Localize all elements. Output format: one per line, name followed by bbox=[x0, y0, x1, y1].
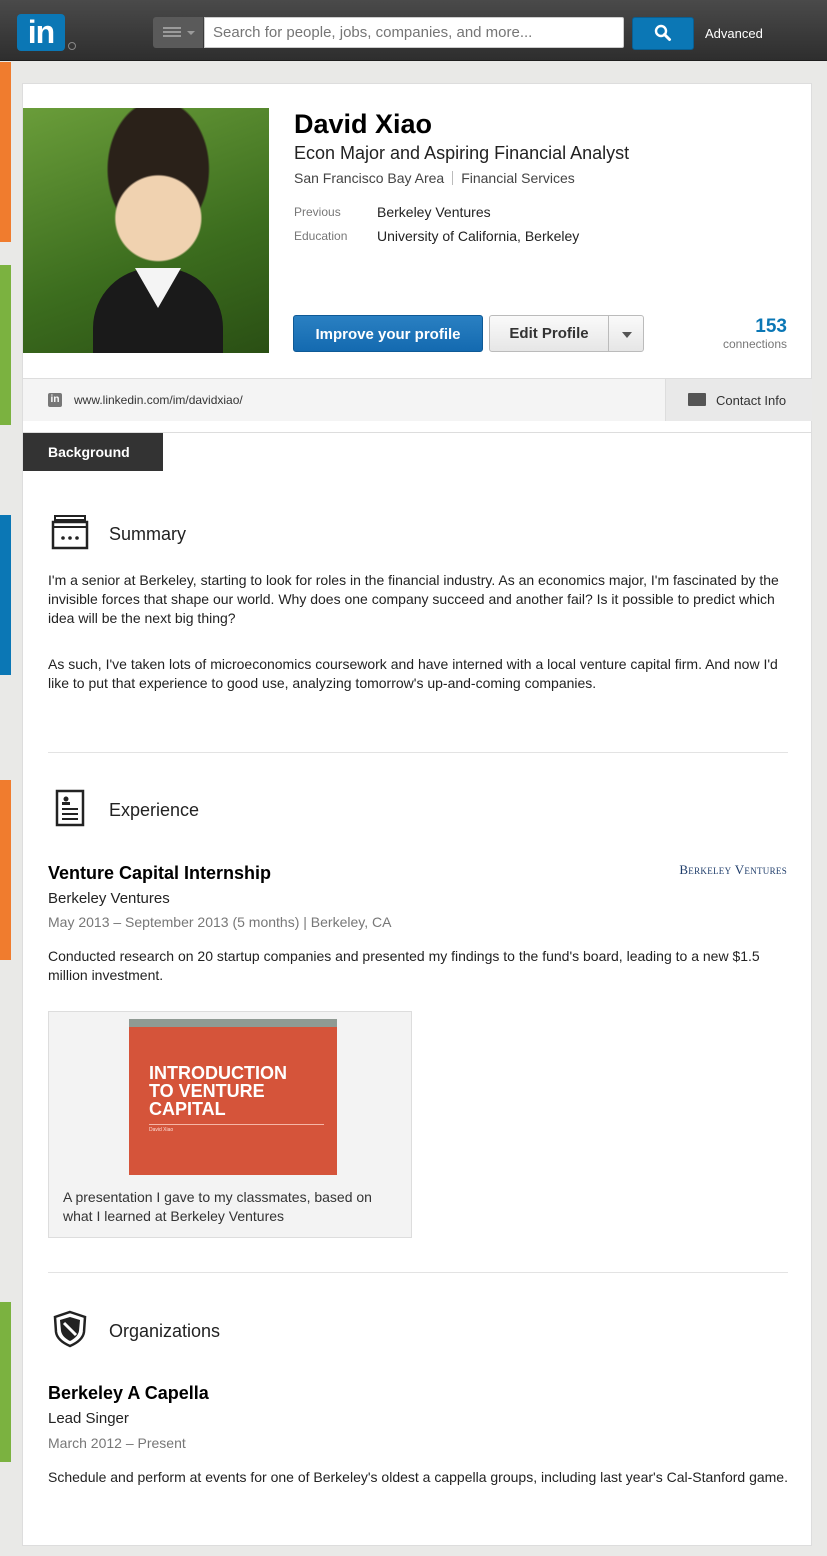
contact-info-button[interactable]: Contact Info bbox=[665, 379, 812, 421]
contact-card-icon bbox=[688, 393, 706, 406]
registered-mark-icon bbox=[68, 42, 76, 50]
presentation-caption: A presentation I gave to my classmates, … bbox=[63, 1189, 372, 1224]
connections-count[interactable]: 153 bbox=[755, 316, 787, 338]
advanced-search-link[interactable]: Advanced bbox=[705, 26, 763, 41]
background-section: Background Summary I'm a senior at Berke… bbox=[22, 432, 812, 1546]
search-icon bbox=[654, 24, 671, 41]
job-title: Venture Capital Internship bbox=[48, 863, 272, 883]
summary-icon bbox=[51, 515, 89, 550]
improve-profile-button[interactable]: Improve your profile bbox=[293, 315, 483, 352]
previous-label: Previous bbox=[294, 205, 341, 219]
job-dates: May 2013 – September 2013 (5 months) | B… bbox=[48, 914, 392, 930]
organization-name: Berkeley A Capella bbox=[48, 1383, 209, 1403]
decor-strip-orange-2 bbox=[0, 780, 11, 960]
job-company[interactable]: Berkeley Ventures bbox=[48, 890, 170, 907]
summary-paragraph-1: I'm a senior at Berkeley, starting to lo… bbox=[48, 572, 779, 626]
previous-value[interactable]: Berkeley Ventures bbox=[377, 204, 491, 220]
presentation-media[interactable]: INTRODUCTION TO VENTURE CAPITAL David Xi… bbox=[48, 1011, 412, 1238]
decor-strip-blue bbox=[0, 515, 11, 675]
summary-paragraph-2: As such, I've taken lots of microeconomi… bbox=[48, 656, 778, 691]
job-description: Conducted research on 20 startup compani… bbox=[48, 948, 760, 983]
section-divider bbox=[48, 752, 788, 753]
top-navigation-bar: in Advanced bbox=[0, 0, 827, 61]
search-input[interactable] bbox=[204, 17, 624, 48]
profile-footer: in www.linkedin.com/im/davidxiao/ Contac… bbox=[23, 378, 812, 421]
profile-name: David Xiao bbox=[294, 109, 433, 139]
chevron-down-icon bbox=[622, 332, 632, 338]
decor-strip-orange bbox=[0, 62, 11, 242]
profile-card: David Xiao Econ Major and Aspiring Finan… bbox=[22, 83, 812, 433]
presentation-author: David Xiao bbox=[149, 1127, 174, 1133]
education-value[interactable]: University of California, Berkeley bbox=[377, 228, 579, 244]
industry-link[interactable]: Financial Services bbox=[461, 170, 575, 186]
chevron-down-icon bbox=[187, 31, 195, 35]
profile-photo[interactable] bbox=[23, 108, 269, 353]
contact-info-label: Contact Info bbox=[716, 393, 787, 408]
organization-dates: March 2012 – Present bbox=[48, 1435, 186, 1451]
summary-title: Summary bbox=[109, 524, 187, 544]
location-link[interactable]: San Francisco Bay Area bbox=[294, 170, 444, 186]
background-tab[interactable]: Background bbox=[23, 433, 163, 471]
linkedin-logo[interactable]: in bbox=[17, 14, 65, 51]
public-profile-url[interactable]: www.linkedin.com/im/davidxiao/ bbox=[74, 393, 243, 407]
organization-role: Lead Singer bbox=[48, 1410, 129, 1427]
organizations-title: Organizations bbox=[109, 1321, 221, 1341]
organizations-icon bbox=[53, 1310, 87, 1348]
experience-icon bbox=[55, 789, 85, 827]
connections-label: connections bbox=[722, 337, 787, 351]
edit-profile-dropdown-button[interactable] bbox=[608, 315, 644, 352]
presentation-thumbnail[interactable]: INTRODUCTION TO VENTURE CAPITAL David Xi… bbox=[129, 1019, 337, 1175]
decor-strip-green bbox=[0, 265, 11, 425]
search-button[interactable] bbox=[632, 17, 694, 50]
organization-description: Schedule and perform at events for one o… bbox=[48, 1469, 788, 1485]
search-category-menu[interactable] bbox=[153, 17, 203, 48]
presentation-title: INTRODUCTION TO VENTURE CAPITAL bbox=[149, 1063, 287, 1119]
education-label: Education bbox=[294, 229, 348, 243]
profile-headline: Econ Major and Aspiring Financial Analys… bbox=[294, 143, 630, 163]
company-logo[interactable]: Berkeley Ventures bbox=[679, 862, 787, 878]
linkedin-small-icon: in bbox=[48, 393, 62, 407]
decor-strip-green-2 bbox=[0, 1302, 11, 1462]
experience-title: Experience bbox=[109, 800, 200, 820]
profile-location: San Francisco Bay Area Financial Services bbox=[294, 170, 575, 186]
edit-profile-button[interactable]: Edit Profile bbox=[489, 315, 609, 352]
section-divider bbox=[48, 1272, 788, 1273]
